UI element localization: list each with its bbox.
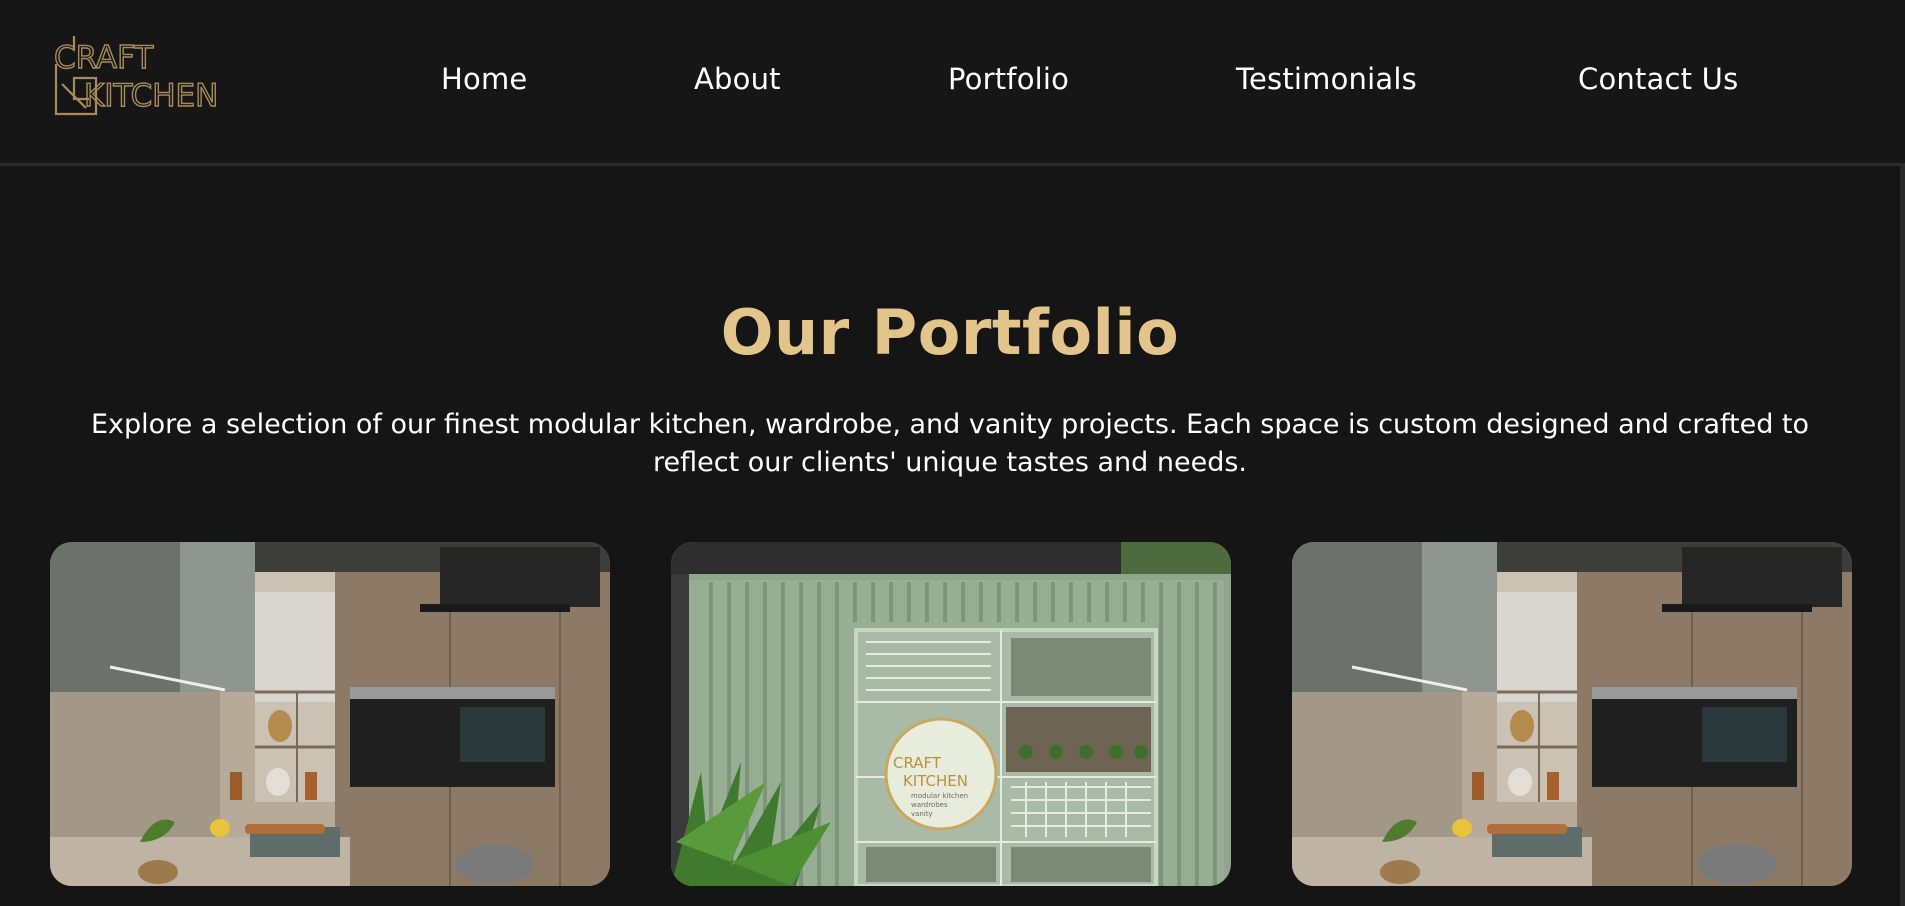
logo-text-craft: CRAFT [54,40,154,76]
portfolio-intro: Explore a selection of our finest modula… [90,409,1810,478]
sign-text-wardrobes: wardrobes [911,801,948,809]
portfolio-card-kitchen-1[interactable] [50,542,610,886]
kitchen-photo [1292,542,1852,886]
sign-text-craft: CRAFT [893,754,942,772]
nav-home[interactable]: Home [441,62,527,96]
nav-portfolio[interactable]: Portfolio [948,62,1069,96]
showroom-photo: CRAFT KITCHEN modular kitchen wardrobes … [671,542,1231,886]
nav-testimonials[interactable]: Testimonials [1236,62,1417,96]
nav-contact-us[interactable]: Contact Us [1578,62,1738,96]
portfolio-card-kitchen-2[interactable] [1292,542,1852,886]
craft-kitchen-logo[interactable]: CRAFT KITCHEN [54,34,228,116]
portfolio-title: Our Portfolio [720,296,1180,369]
kitchen-photo [50,542,610,886]
sign-text-kitchen: KITCHEN [903,772,968,790]
page-scrollbar[interactable] [1900,166,1905,906]
sign-text-modular-kitchen: modular kitchen [911,792,968,800]
sign-text-vanity: vanity [911,810,933,818]
portfolio-card-showroom[interactable]: CRAFT KITCHEN modular kitchen wardrobes … [671,542,1231,886]
logo-text-kitchen: KITCHEN [84,78,218,114]
nav-about[interactable]: About [694,62,781,96]
site-header: CRAFT KITCHEN Home About Portfolio Testi… [0,0,1905,166]
